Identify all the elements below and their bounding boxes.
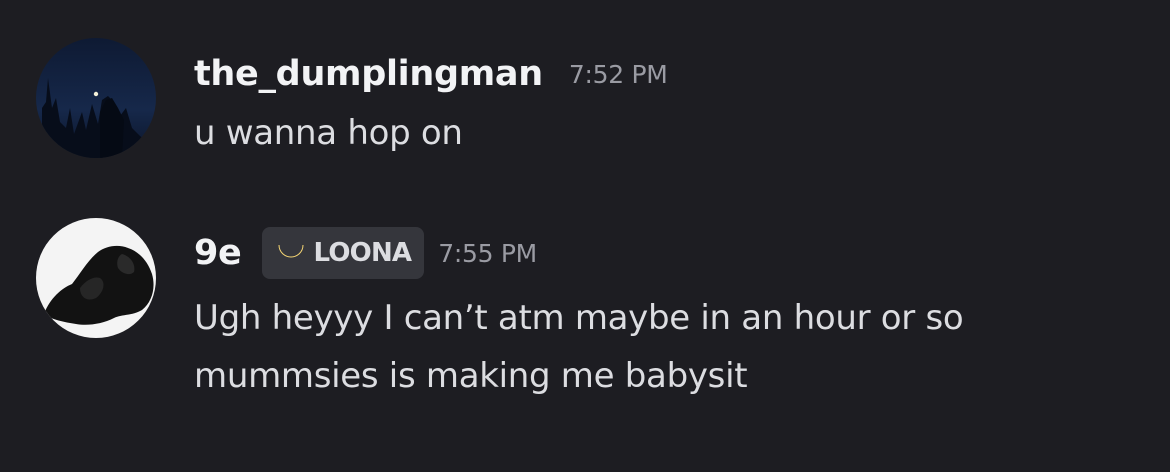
message-line: mummsies is making me babysit xyxy=(194,356,748,396)
timestamp: 7:52 PM xyxy=(568,59,668,89)
message-line: u wanna hop on xyxy=(194,113,463,153)
message-content: Ugh heyyy I can’t atm maybe in an hour o… xyxy=(194,289,964,405)
username[interactable]: 9e xyxy=(194,233,242,273)
username[interactable]: the_dumplingman xyxy=(194,54,543,94)
night-trees-avatar-image xyxy=(36,38,156,158)
avatar[interactable] xyxy=(36,218,156,338)
avatar[interactable] xyxy=(36,38,156,158)
role-tag[interactable]: LOONA xyxy=(261,227,425,279)
message-header: 9e LOONA 7:55 PM xyxy=(194,223,537,283)
bw-photo-avatar-image xyxy=(36,218,156,338)
timestamp: 7:55 PM xyxy=(438,238,537,268)
crescent-moon-icon xyxy=(278,244,303,258)
message-header: the_dumplingman 7:52 PM xyxy=(194,44,668,104)
role-label: LOONA xyxy=(313,238,413,268)
message-content: u wanna hop on xyxy=(194,104,463,162)
message-line: Ugh heyyy I can’t atm maybe in an hour o… xyxy=(194,298,964,338)
